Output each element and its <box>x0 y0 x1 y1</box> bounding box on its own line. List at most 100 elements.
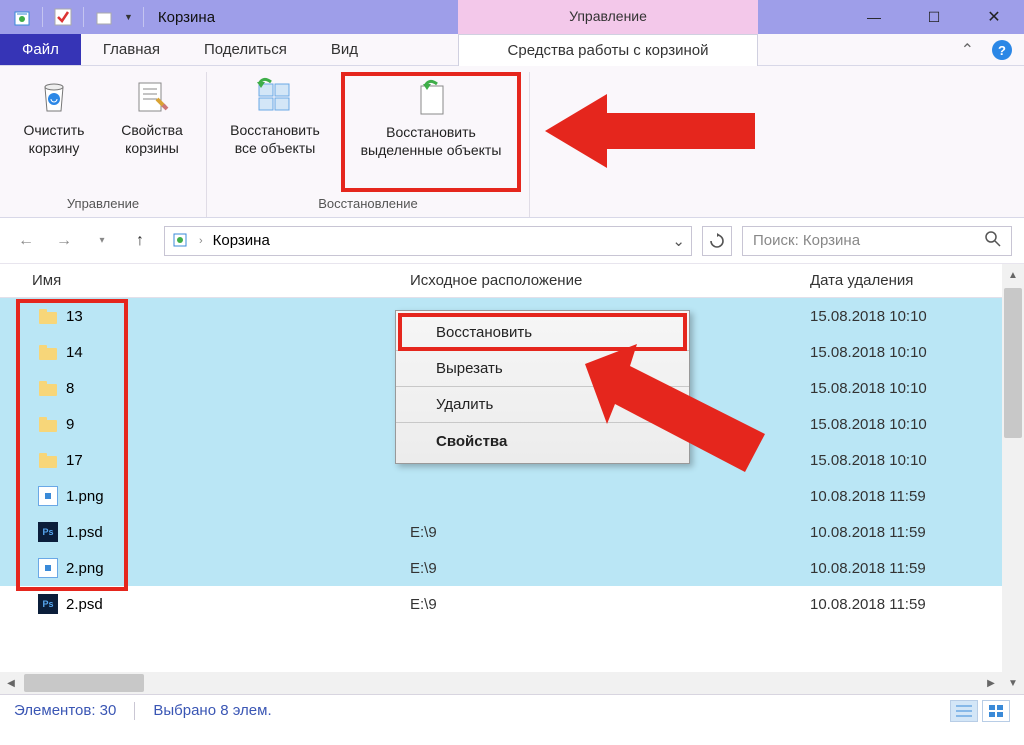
file-name: 2.png <box>66 560 104 577</box>
psd-file-icon: Ps <box>38 522 58 542</box>
thumbnails-view-icon[interactable] <box>982 700 1010 722</box>
image-file-icon <box>38 558 58 578</box>
search-box[interactable]: Поиск: Корзина <box>742 226 1012 256</box>
scroll-up-icon[interactable]: ▲ <box>1002 264 1024 286</box>
ribbon-group-restore: Восстановитьвсе объекты Восстановитьвыде… <box>207 72 530 217</box>
minimize-button[interactable]: — <box>844 0 904 34</box>
scroll-left-icon[interactable]: ◀ <box>0 672 22 694</box>
scroll-right-icon[interactable]: ▶ <box>980 672 1002 694</box>
qat-dropdown-icon[interactable]: ▼ <box>122 12 135 22</box>
search-icon <box>985 231 1001 251</box>
nav-recent-dropdown[interactable]: ▾ <box>88 227 116 255</box>
image-file-icon <box>38 486 58 506</box>
folder-icon <box>38 306 58 326</box>
restore-selected-icon <box>409 78 453 118</box>
title-bar: ▼ Корзина Управление — ☐ ✕ <box>0 0 1024 34</box>
address-bar-row: ← → ▾ ↑ › Корзина ⌄ Поиск: Корзина <box>0 218 1024 264</box>
file-location: E:\9 <box>392 524 792 541</box>
file-date: 10.08.2018 11:59 <box>792 524 1024 541</box>
recycle-bin-path-icon <box>171 230 189 252</box>
file-list-area: Имя Исходное расположение Дата удаления … <box>0 264 1024 694</box>
scroll-thumb[interactable] <box>1004 288 1022 438</box>
empty-bin-icon <box>32 76 76 116</box>
empty-recycle-bin-button[interactable]: Очиститькорзину <box>8 72 100 192</box>
file-date: 15.08.2018 10:10 <box>792 308 1024 325</box>
ribbon-tabs: Файл Главная Поделиться Вид Средства раб… <box>0 34 1024 66</box>
status-element-count: Элементов: 30 <box>14 702 116 719</box>
file-date: 15.08.2018 10:10 <box>792 452 1024 469</box>
restore-all-icon <box>253 76 297 116</box>
file-date: 15.08.2018 10:10 <box>792 344 1024 361</box>
horizontal-scrollbar[interactable]: ◀ ▶ <box>0 672 1002 694</box>
folder-icon <box>38 342 58 362</box>
file-name: 17 <box>66 452 83 469</box>
address-dropdown-icon[interactable]: ⌄ <box>672 232 685 250</box>
maximize-button[interactable]: ☐ <box>904 0 964 34</box>
ribbon-group-manage: Очиститькорзину Свойствакорзины Управлен… <box>0 72 207 217</box>
window-title: Корзина <box>158 9 215 26</box>
close-button[interactable]: ✕ <box>964 0 1024 34</box>
view-mode-toggle <box>950 700 1010 722</box>
file-name: 9 <box>66 416 74 433</box>
column-headers: Имя Исходное расположение Дата удаления <box>0 264 1024 298</box>
file-date: 10.08.2018 11:59 <box>792 488 1024 505</box>
nav-back-button[interactable]: ← <box>12 227 40 255</box>
file-name: 8 <box>66 380 74 397</box>
folder-icon <box>38 450 58 470</box>
file-date: 15.08.2018 10:10 <box>792 380 1024 397</box>
quick-access-toolbar: ▼ <box>0 5 146 29</box>
properties-icon <box>130 76 174 116</box>
file-location: E:\9 <box>392 560 792 577</box>
file-name: 1.psd <box>66 524 103 541</box>
file-date: 10.08.2018 11:59 <box>792 560 1024 577</box>
vertical-scrollbar[interactable]: ▲ ▼ <box>1002 264 1024 694</box>
status-selected-count: Выбрано 8 элем. <box>153 702 271 719</box>
nav-up-button[interactable]: ↑ <box>126 227 154 255</box>
table-row[interactable]: Ps 1.psd E:\910.08.2018 11:59 <box>0 514 1024 550</box>
annotation-arrow-context <box>585 344 775 494</box>
restore-selected-button[interactable]: Восстановитьвыделенные объекты <box>341 72 521 192</box>
file-name: 14 <box>66 344 83 361</box>
table-row[interactable]: 1.png 10.08.2018 11:59 <box>0 478 1024 514</box>
scroll-down-icon[interactable]: ▼ <box>1002 672 1024 694</box>
scroll-thumb-h[interactable] <box>24 674 144 692</box>
search-placeholder: Поиск: Корзина <box>753 232 860 249</box>
table-row[interactable]: 2.png E:\910.08.2018 11:59 <box>0 550 1024 586</box>
folder-icon <box>38 378 58 398</box>
file-name: 13 <box>66 308 83 325</box>
column-date[interactable]: Дата удаления <box>792 272 1024 289</box>
chevron-right-icon[interactable]: › <box>199 235 203 247</box>
address-box[interactable]: › Корзина ⌄ <box>164 226 692 256</box>
file-name: 1.png <box>66 488 104 505</box>
tab-home[interactable]: Главная <box>81 34 182 65</box>
column-location[interactable]: Исходное расположение <box>392 272 792 289</box>
column-name[interactable]: Имя <box>0 272 392 289</box>
tab-share[interactable]: Поделиться <box>182 34 309 65</box>
file-name: 2.psd <box>66 596 103 613</box>
file-location: E:\9 <box>392 596 792 613</box>
details-view-icon[interactable] <box>950 700 978 722</box>
recycle-bin-properties-button[interactable]: Свойствакорзины <box>106 72 198 192</box>
help-icon[interactable]: ? <box>992 40 1012 60</box>
properties-checkbox-icon[interactable] <box>51 5 75 29</box>
restore-all-button[interactable]: Восстановитьвсе объекты <box>215 72 335 192</box>
nav-forward-button[interactable]: → <box>50 227 78 255</box>
annotation-arrow-ribbon <box>545 88 755 174</box>
tab-file[interactable]: Файл <box>0 34 81 65</box>
ribbon: Очиститькорзину Свойствакорзины Управлен… <box>0 66 1024 218</box>
status-bar: Элементов: 30 Выбрано 8 элем. <box>0 694 1024 726</box>
recycle-bin-icon <box>10 5 34 29</box>
folder-icon <box>38 414 58 434</box>
new-folder-icon[interactable] <box>92 5 116 29</box>
tab-recycle-tools[interactable]: Средства работы с корзиной <box>458 34 758 66</box>
file-date: 15.08.2018 10:10 <box>792 416 1024 433</box>
table-row[interactable]: Ps 2.psd E:\910.08.2018 11:59 <box>0 586 1024 622</box>
collapse-ribbon-icon[interactable]: ⌃ <box>961 40 974 60</box>
ribbon-right-controls: ⌃ ? <box>961 40 1012 60</box>
refresh-button[interactable] <box>702 226 732 256</box>
window-controls: — ☐ ✕ <box>844 0 1024 34</box>
file-date: 10.08.2018 11:59 <box>792 596 1024 613</box>
tab-view[interactable]: Вид <box>309 34 380 65</box>
address-location: Корзина <box>213 232 270 249</box>
psd-file-icon: Ps <box>38 594 58 614</box>
